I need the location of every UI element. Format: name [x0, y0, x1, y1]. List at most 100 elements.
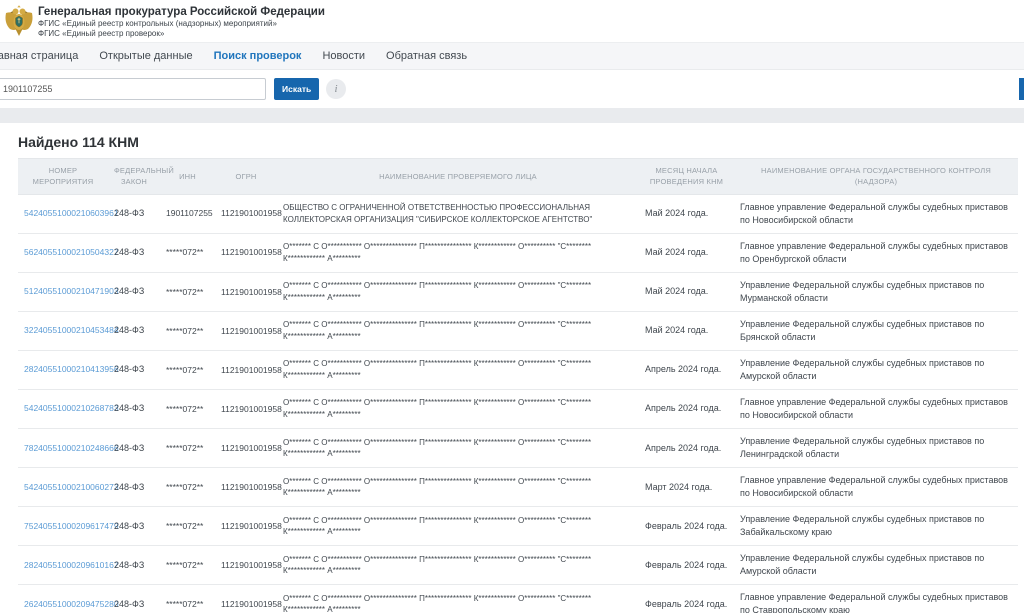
subject-name-cell: О******* С О*********** О***************… — [277, 507, 639, 546]
nav-item-search-checks[interactable]: Поиск проверок — [214, 50, 302, 62]
control-org-cell: Управление Федеральной службы судебных п… — [734, 546, 1018, 585]
ogrn-cell: 1121901001958 — [215, 350, 277, 389]
start-month-cell: Май 2024 года. — [639, 272, 734, 311]
knm-number-cell: 28240551000209610167 — [18, 546, 108, 585]
start-month-cell: Апрель 2024 года. — [639, 389, 734, 428]
subject-name-cell: О******* С О*********** О***************… — [277, 311, 639, 350]
search-bar: Искать i — [0, 70, 1024, 108]
inn-cell: *****072** — [160, 546, 215, 585]
knm-number-cell: 28240551000210413956 — [18, 350, 108, 389]
col-header-inn: ИНН — [160, 159, 215, 195]
knm-number-cell: 26240551000209475280 — [18, 585, 108, 613]
subject-name-cell: О******* С О*********** О***************… — [277, 350, 639, 389]
col-header-number: Номер мероприятия — [18, 159, 108, 195]
search-input[interactable] — [0, 78, 266, 100]
ogrn-cell: 1121901001958 — [215, 272, 277, 311]
cut-off-edge-button[interactable] — [1019, 78, 1024, 100]
knm-number-link[interactable]: 32240551000210453484 — [24, 325, 119, 335]
subject-name-cell: ОБЩЕСТВО С ОГРАНИЧЕННОЙ ОТВЕТСТВЕННОСТЬЮ… — [277, 194, 639, 233]
nav-item-feedback[interactable]: Обратная связь — [386, 50, 467, 62]
law-cell: 248-ФЗ — [108, 429, 160, 468]
search-button[interactable]: Искать — [274, 78, 319, 100]
control-org-cell: Управление Федеральной службы судебных п… — [734, 429, 1018, 468]
law-cell: 248-ФЗ — [108, 507, 160, 546]
knm-number-cell: 78240551000210248666 — [18, 429, 108, 468]
info-icon[interactable]: i — [326, 79, 346, 99]
table-row: 54240551000210268783 248-ФЗ *****072** 1… — [18, 389, 1018, 428]
knm-number-link[interactable]: 54240551000210060273 — [24, 482, 119, 492]
control-org-cell: Управление Федеральной службы судебных п… — [734, 272, 1018, 311]
inn-cell: *****072** — [160, 233, 215, 272]
knm-number-link[interactable]: 28240551000209610167 — [24, 560, 119, 570]
law-cell: 248-ФЗ — [108, 272, 160, 311]
law-cell: 248-ФЗ — [108, 311, 160, 350]
knm-number-link[interactable]: 78240551000210248666 — [24, 443, 119, 453]
ogrn-cell: 1121901001958 — [215, 585, 277, 613]
site-header: Генеральная прокуратура Российской Федер… — [0, 0, 1024, 42]
table-row: 28240551000210413956 248-ФЗ *****072** 1… — [18, 350, 1018, 389]
nav-item-news[interactable]: Новости — [322, 50, 365, 62]
knm-number-link[interactable]: 51240551000210471903 — [24, 286, 119, 296]
knm-number-link[interactable]: 54240551000210603961 — [24, 208, 119, 218]
col-header-ogrn: ОГРН — [215, 159, 277, 195]
control-org-cell: Главное управление Федеральной службы су… — [734, 389, 1018, 428]
col-header-month: Месяц начала проведения КНМ — [639, 159, 734, 195]
inn-cell: *****072** — [160, 585, 215, 613]
inn-cell: *****072** — [160, 389, 215, 428]
inn-cell: *****072** — [160, 468, 215, 507]
fgis-registry-line2: ФГИС «Единый реестр проверок» — [38, 29, 325, 39]
law-cell: 248-ФЗ — [108, 194, 160, 233]
knm-number-cell: 56240551000210504327 — [18, 233, 108, 272]
col-header-org: Наименование органа государственного кон… — [734, 159, 1018, 195]
nav-item-home[interactable]: Главная страница — [0, 50, 78, 62]
start-month-cell: Апрель 2024 года. — [639, 429, 734, 468]
knm-number-link[interactable]: 54240551000210268783 — [24, 403, 119, 413]
subject-name-cell: О******* С О*********** О***************… — [277, 429, 639, 468]
table-row: 54240551000210060273 248-ФЗ *****072** 1… — [18, 468, 1018, 507]
table-row: 54240551000210603961 248-ФЗ 1901107255 1… — [18, 194, 1018, 233]
inn-cell: *****072** — [160, 507, 215, 546]
results-table-body: 54240551000210603961 248-ФЗ 1901107255 1… — [18, 194, 1018, 613]
knm-number-link[interactable]: 56240551000210504327 — [24, 247, 119, 257]
subject-name-cell: О******* С О*********** О***************… — [277, 546, 639, 585]
start-month-cell: Апрель 2024 года. — [639, 350, 734, 389]
knm-number-link[interactable]: 28240551000210413956 — [24, 364, 119, 374]
inn-cell: *****072** — [160, 429, 215, 468]
org-name: Генеральная прокуратура Российской Федер… — [38, 5, 325, 19]
law-cell: 248-ФЗ — [108, 233, 160, 272]
ogrn-cell: 1121901001958 — [215, 507, 277, 546]
table-header-row: Номер мероприятия Федеральный закон ИНН … — [18, 159, 1018, 195]
subject-name-cell: О******* С О*********** О***************… — [277, 468, 639, 507]
knm-number-link[interactable]: 75240551000209617479 — [24, 521, 119, 531]
table-row: 75240551000209617479 248-ФЗ *****072** 1… — [18, 507, 1018, 546]
nav-item-open-data[interactable]: Открытые данные — [99, 50, 192, 62]
start-month-cell: Май 2024 года. — [639, 194, 734, 233]
law-cell: 248-ФЗ — [108, 350, 160, 389]
start-month-cell: Февраль 2024 года. — [639, 507, 734, 546]
subject-name-cell: О******* С О*********** О***************… — [277, 389, 639, 428]
subject-name-cell: О******* С О*********** О***************… — [277, 272, 639, 311]
start-month-cell: Февраль 2024 года. — [639, 546, 734, 585]
law-cell: 248-ФЗ — [108, 468, 160, 507]
inn-cell: *****072** — [160, 350, 215, 389]
table-row: 51240551000210471903 248-ФЗ *****072** 1… — [18, 272, 1018, 311]
control-org-cell: Управление Федеральной службы судебных п… — [734, 311, 1018, 350]
inn-cell: *****072** — [160, 272, 215, 311]
knm-number-cell: 51240551000210471903 — [18, 272, 108, 311]
control-org-cell: Управление Федеральной службы судебных п… — [734, 507, 1018, 546]
knm-number-link[interactable]: 26240551000209475280 — [24, 599, 119, 609]
main-nav: Главная страница Открытые данные Поиск п… — [0, 42, 1024, 70]
prosecutor-emblem-icon — [4, 5, 34, 37]
law-cell: 248-ФЗ — [108, 389, 160, 428]
inn-cell: 1901107255 — [160, 194, 215, 233]
knm-number-cell: 54240551000210060273 — [18, 468, 108, 507]
knm-number-cell: 54240551000210603961 — [18, 194, 108, 233]
table-row: 56240551000210504327 248-ФЗ *****072** 1… — [18, 233, 1018, 272]
knm-number-cell: 75240551000209617479 — [18, 507, 108, 546]
start-month-cell: Май 2024 года. — [639, 233, 734, 272]
table-row: 32240551000210453484 248-ФЗ *****072** 1… — [18, 311, 1018, 350]
control-org-cell: Главное управление Федеральной службы су… — [734, 194, 1018, 233]
ogrn-cell: 1121901001958 — [215, 389, 277, 428]
col-header-name: Наименование проверяемого лица — [277, 159, 639, 195]
results-table: Номер мероприятия Федеральный закон ИНН … — [18, 158, 1018, 613]
